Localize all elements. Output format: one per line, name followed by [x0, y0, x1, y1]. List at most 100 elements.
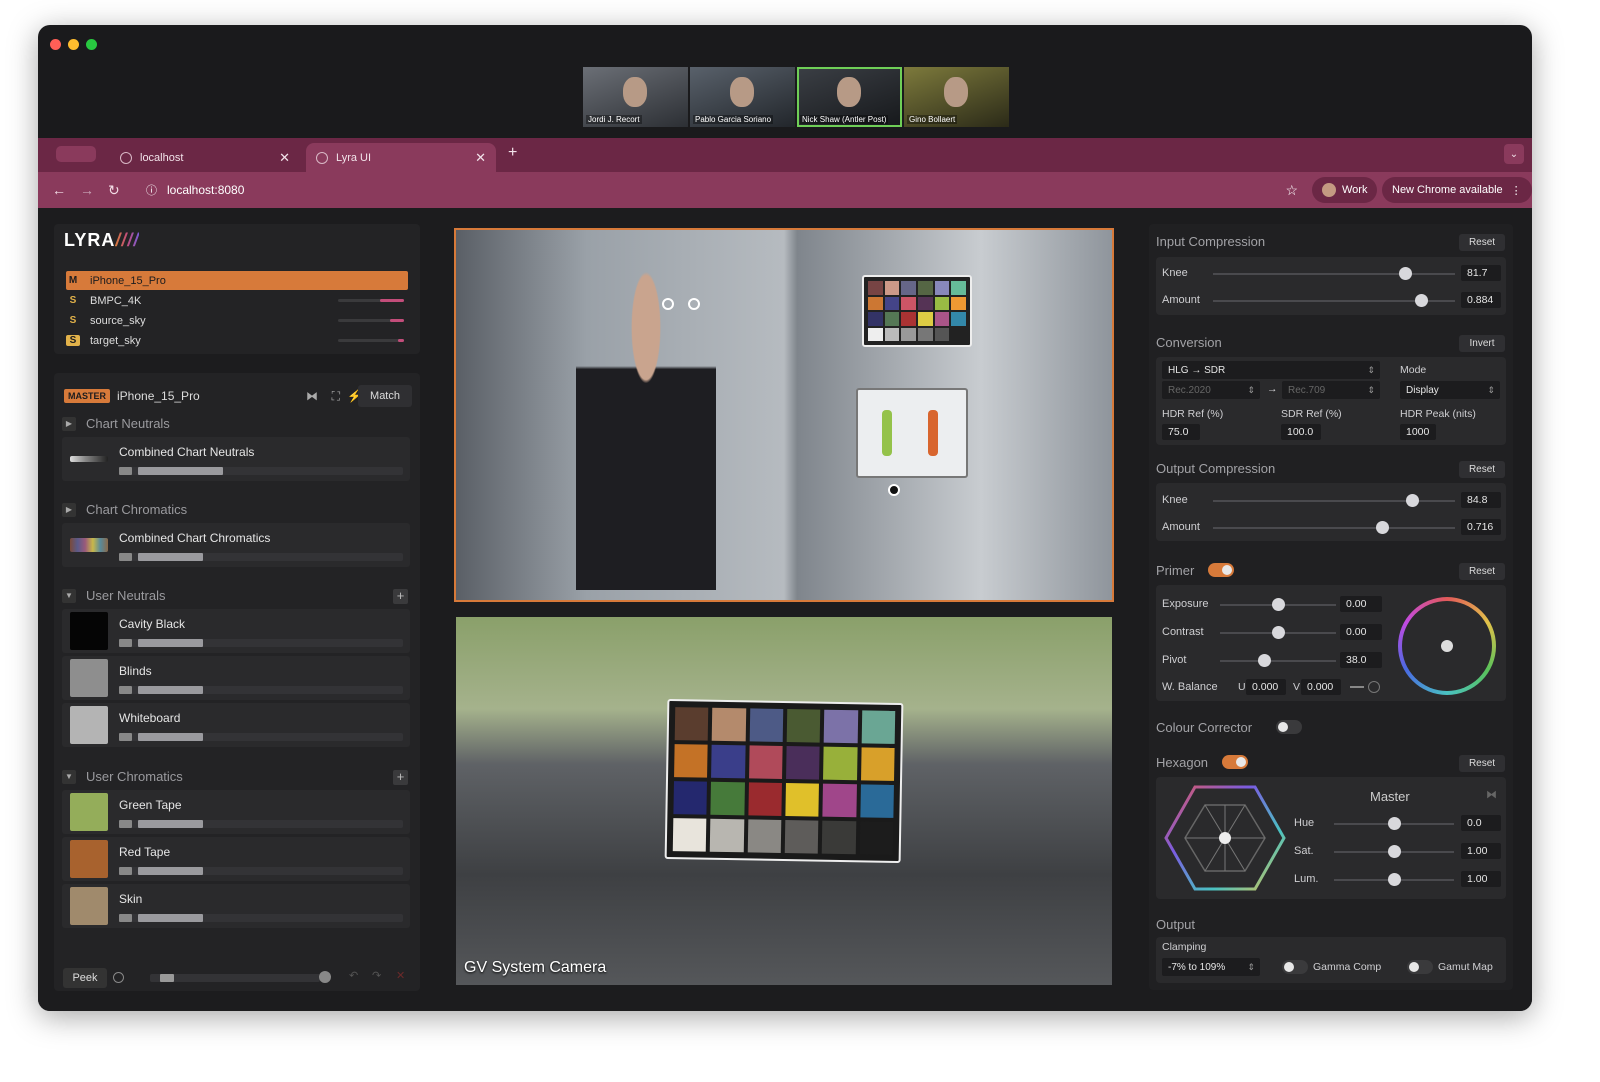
peek-button[interactable]: Peek: [63, 968, 107, 988]
timeline-end-icon[interactable]: [319, 971, 331, 983]
add-chromatic-button[interactable]: +: [393, 770, 408, 785]
participant-tile[interactable]: Pablo Garcia Soriano: [690, 67, 795, 127]
participant-tile[interactable]: Nick Shaw (Antler Post): [797, 67, 902, 127]
mode-select[interactable]: Display: [1400, 381, 1500, 399]
knee-value[interactable]: 84.8: [1461, 492, 1501, 508]
close-tab-icon[interactable]: ✕: [475, 150, 486, 166]
back-icon[interactable]: ←: [52, 182, 66, 198]
bookmark-star-icon[interactable]: ☆: [1285, 182, 1298, 199]
primer-toggle[interactable]: [1208, 563, 1234, 577]
lum-value[interactable]: 1.00: [1461, 871, 1501, 887]
item-slider[interactable]: [119, 867, 403, 875]
amount-value[interactable]: 0.716: [1461, 519, 1501, 535]
output-compression-reset-button[interactable]: Reset: [1459, 461, 1505, 478]
hexagon-reset-button[interactable]: Reset: [1459, 755, 1505, 772]
slider-thumb[interactable]: [1388, 845, 1401, 858]
source-viewer[interactable]: GV System Camera: [456, 617, 1112, 985]
site-info-icon[interactable]: ⓘ: [146, 182, 157, 198]
item-slider[interactable]: [119, 639, 403, 647]
item-slider[interactable]: [119, 914, 403, 922]
wb-reset-icon[interactable]: [1350, 686, 1364, 688]
gamma-comp-toggle[interactable]: [1282, 960, 1308, 974]
input-compression-reset-button[interactable]: Reset: [1459, 234, 1505, 251]
item-slider[interactable]: [119, 733, 403, 741]
item-slider[interactable]: [119, 553, 403, 561]
hdr-ref-value[interactable]: 75.0: [1162, 424, 1200, 440]
zoom-window-icon[interactable]: [86, 39, 97, 50]
redo-icon[interactable]: ↷: [372, 969, 381, 982]
wb-picker-icon[interactable]: [1368, 681, 1380, 693]
more-menu-icon[interactable]: ⋮: [1511, 184, 1522, 197]
exposure-slider[interactable]: [1220, 598, 1336, 611]
reload-icon[interactable]: ↻: [108, 182, 120, 199]
source-row[interactable]: S source_sky: [66, 311, 408, 330]
contrast-value[interactable]: 0.00: [1340, 624, 1382, 640]
gamut-map-toggle[interactable]: [1407, 960, 1433, 974]
tab-groups-icon[interactable]: [56, 146, 96, 162]
list-item[interactable]: Combined Chart Neutrals: [62, 437, 410, 481]
timeline-slider[interactable]: [150, 974, 320, 982]
knee-value[interactable]: 81.7: [1461, 265, 1501, 281]
new-tab-icon[interactable]: +: [508, 144, 517, 162]
hexagon-wheel[interactable]: [1162, 783, 1288, 893]
participant-tile[interactable]: Jordi J. Recort: [583, 67, 688, 127]
slider-thumb[interactable]: [1272, 598, 1285, 611]
item-slider[interactable]: [119, 820, 403, 828]
sample-point-icon[interactable]: [662, 298, 674, 310]
section-chart-neutrals[interactable]: ▶ Chart Neutrals: [62, 416, 170, 431]
source-row[interactable]: S BMPC_4K: [66, 291, 408, 310]
clear-icon[interactable]: ✕: [396, 969, 405, 982]
master-viewer[interactable]: [454, 228, 1114, 602]
forward-icon[interactable]: →: [80, 182, 94, 198]
hdr-peak-value[interactable]: 1000: [1400, 424, 1436, 440]
collapse-icon[interactable]: ▼: [62, 588, 76, 603]
timeline-handle[interactable]: [160, 974, 174, 982]
list-item[interactable]: Red Tape: [62, 837, 410, 881]
colour-corrector-toggle[interactable]: [1276, 720, 1302, 734]
peek-toggle-icon[interactable]: [113, 972, 124, 983]
sample-point-icon[interactable]: [688, 298, 700, 310]
slider-thumb[interactable]: [1388, 817, 1401, 830]
amount-value[interactable]: 0.884: [1461, 292, 1501, 308]
sat-value[interactable]: 1.00: [1461, 843, 1501, 859]
close-window-icon[interactable]: [50, 39, 61, 50]
wheel-puck[interactable]: [1441, 640, 1453, 652]
tab-lyra-ui[interactable]: Lyra UI ✕: [306, 143, 496, 172]
transform-select[interactable]: HLG → SDR: [1162, 361, 1380, 379]
expand-icon[interactable]: ▶: [62, 416, 76, 431]
color-chart-overlay[interactable]: [862, 275, 972, 347]
knee-slider[interactable]: [1213, 494, 1455, 507]
update-button[interactable]: New Chrome available ⋮: [1382, 177, 1532, 203]
match-button[interactable]: Match: [358, 385, 412, 407]
section-chart-chromatics[interactable]: ▶ Chart Chromatics: [62, 502, 187, 517]
to-space-select[interactable]: Rec.709: [1282, 381, 1380, 399]
lum-slider[interactable]: [1334, 873, 1454, 886]
sdr-ref-value[interactable]: 100.0: [1281, 424, 1321, 440]
collapse-icon[interactable]: ▼: [62, 769, 76, 784]
pivot-slider[interactable]: [1220, 654, 1336, 667]
slider-thumb[interactable]: [1258, 654, 1272, 667]
color-chart-overlay[interactable]: [664, 698, 904, 864]
hue-value[interactable]: 0.0: [1461, 815, 1501, 831]
undo-icon[interactable]: ↶: [349, 969, 358, 982]
sample-point-icon[interactable]: [888, 484, 900, 496]
amount-slider[interactable]: [1213, 294, 1455, 307]
exposure-value[interactable]: 0.00: [1340, 596, 1382, 612]
add-neutral-button[interactable]: +: [393, 589, 408, 604]
url-field[interactable]: ⓘ localhost:8080 ☆: [136, 177, 1298, 203]
amount-slider[interactable]: [1213, 521, 1455, 534]
tab-localhost[interactable]: localhost ✕: [110, 143, 300, 172]
list-item[interactable]: Cavity Black: [62, 609, 410, 653]
close-tab-icon[interactable]: ✕: [279, 150, 290, 166]
item-slider[interactable]: [119, 467, 403, 475]
hue-slider[interactable]: [1334, 817, 1454, 830]
slider-thumb[interactable]: [1272, 626, 1285, 639]
minimize-window-icon[interactable]: [68, 39, 79, 50]
list-item[interactable]: Blinds: [62, 656, 410, 700]
section-user-neutrals[interactable]: ▼ User Neutrals: [62, 588, 165, 603]
list-item[interactable]: Combined Chart Chromatics: [62, 523, 410, 567]
contrast-slider[interactable]: [1220, 626, 1336, 639]
participant-tile[interactable]: Gino Bollaert: [904, 67, 1009, 127]
source-row-master[interactable]: M iPhone_15_Pro: [66, 271, 408, 290]
focus-icon[interactable]: ⛶: [332, 389, 340, 404]
